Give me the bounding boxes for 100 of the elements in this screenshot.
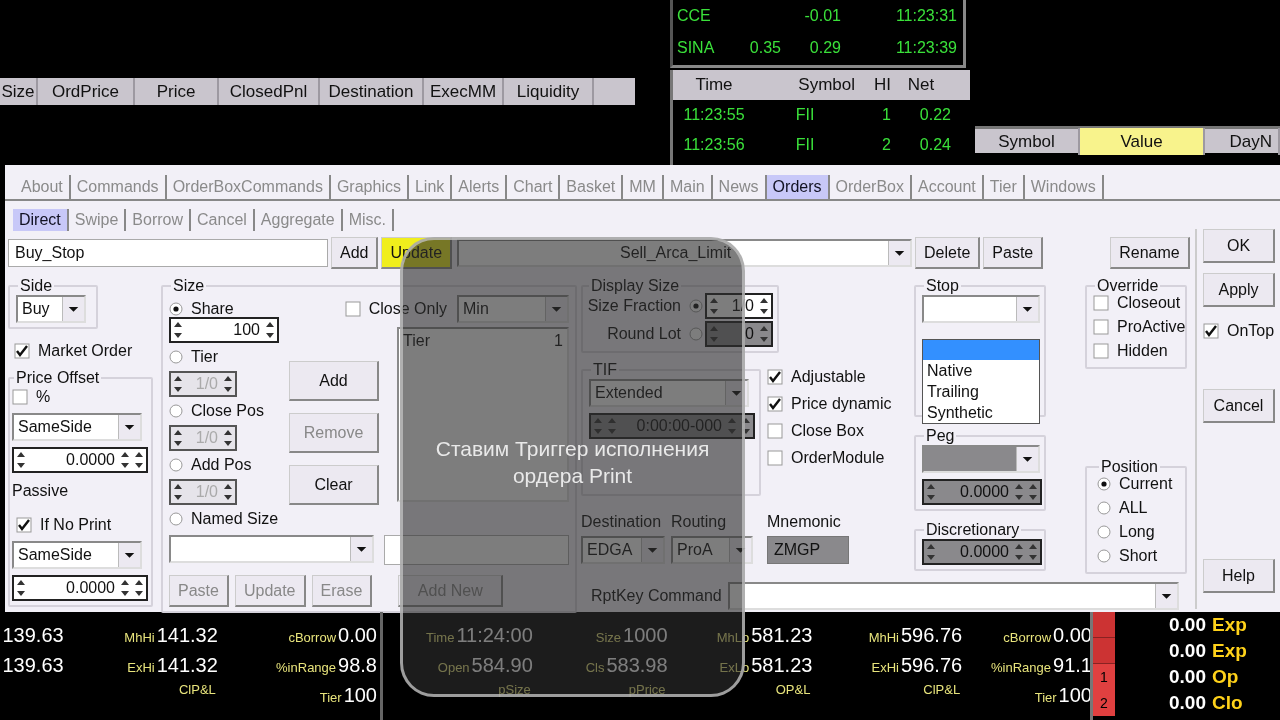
- radio-button[interactable]: [169, 350, 183, 364]
- tab[interactable]: Alerts: [452, 175, 508, 199]
- offset-dropdown[interactable]: SameSide: [12, 413, 142, 441]
- column-header: Price: [135, 78, 219, 105]
- radio-label: Add Pos: [191, 455, 252, 475]
- offset-field[interactable]: 0.0000: [12, 575, 148, 601]
- dropdown-option[interactable]: Synthetic: [923, 402, 1039, 423]
- radio-button[interactable]: [1097, 525, 1111, 539]
- checkbox[interactable]: [767, 396, 783, 412]
- tab[interactable]: OrderBoxCommands: [166, 175, 331, 199]
- checkbox[interactable]: [767, 423, 783, 439]
- template-dropdown[interactable]: Sell_Arca_Limit: [457, 239, 913, 267]
- radio-label: Tier: [191, 347, 218, 367]
- radio-button[interactable]: [689, 327, 703, 341]
- tab[interactable]: MM: [623, 175, 664, 199]
- field-value: 0.00: [1053, 623, 1092, 648]
- table-cell-text: 1: [881, 105, 891, 125]
- group-title: Position: [1100, 458, 1159, 476]
- tab[interactable]: OrderBox: [829, 175, 912, 199]
- radio-button[interactable]: [169, 302, 183, 316]
- radio-button[interactable]: [1097, 549, 1111, 563]
- rptkey-dropdown[interactable]: [727, 581, 1179, 610]
- tab[interactable]: Graphics: [330, 175, 409, 199]
- tab[interactable]: Orders: [766, 175, 830, 199]
- radio-button[interactable]: [1097, 477, 1111, 491]
- column-header: ClosedPnl: [219, 78, 320, 105]
- text-field[interactable]: [384, 535, 569, 565]
- list-cell-text: Tier: [403, 331, 430, 351]
- checkbox[interactable]: [1203, 323, 1219, 339]
- offset-dropdown[interactable]: SameSide: [12, 541, 142, 569]
- radio-label: ALL: [1119, 498, 1148, 518]
- clear-button[interactable]: Clear: [289, 465, 379, 505]
- radio-label: Current: [1119, 474, 1173, 494]
- checkbox[interactable]: [1093, 343, 1109, 359]
- size-field[interactable]: 100: [169, 317, 279, 343]
- checkbox[interactable]: [344, 301, 361, 317]
- offset-field[interactable]: 0.0000: [12, 447, 148, 473]
- balance-entry: 0.00 Clo: [1169, 691, 1243, 715]
- radio-button[interactable]: [169, 404, 183, 418]
- tab[interactable]: Aggregate: [254, 209, 343, 231]
- checkbox-label: Close Box: [791, 421, 864, 441]
- field-label: pPrice: [628, 681, 666, 699]
- row-marker: [1093, 638, 1115, 664]
- help-button[interactable]: Help: [1203, 559, 1275, 593]
- checkbox[interactable]: [1093, 295, 1109, 311]
- tab[interactable]: Windows: [1024, 175, 1104, 199]
- column-header[interactable]: Value: [1080, 127, 1205, 155]
- column-header: Destination: [320, 78, 424, 105]
- add-button[interactable]: Add: [331, 237, 379, 269]
- radio-label: Close Pos: [191, 401, 264, 421]
- apply-button[interactable]: Apply: [1203, 273, 1275, 307]
- tab[interactable]: Link: [408, 175, 453, 199]
- delete-button[interactable]: Delete: [915, 237, 981, 269]
- checkbox[interactable]: [16, 517, 32, 533]
- field-value: 596.76: [901, 653, 963, 678]
- tab[interactable]: Main: [663, 175, 713, 199]
- column-header[interactable]: DayN: [1205, 127, 1280, 155]
- radio-button[interactable]: [1097, 501, 1111, 515]
- group-title: Price Offset: [15, 369, 101, 387]
- tab[interactable]: Commands: [70, 175, 167, 199]
- name-field[interactable]: Buy_Stop: [8, 239, 328, 267]
- field-value: 98.8: [338, 653, 377, 678]
- tab[interactable]: Borrow: [126, 209, 192, 231]
- tab[interactable]: Tier: [983, 175, 1025, 199]
- tab[interactable]: Cancel: [191, 209, 255, 231]
- destination-dropdown[interactable]: EDGA: [581, 536, 665, 564]
- add-button[interactable]: Add: [289, 361, 379, 401]
- table-cell-text: 2: [881, 135, 891, 155]
- radio-button[interactable]: [169, 512, 183, 526]
- field-label: cBorrow: [1003, 629, 1052, 647]
- checkbox[interactable]: [12, 389, 28, 405]
- tab[interactable]: Direct: [13, 209, 69, 231]
- checkbox[interactable]: [767, 369, 783, 385]
- field-label: OP&L: [775, 681, 811, 699]
- checkbox[interactable]: [1093, 319, 1109, 335]
- paste-button[interactable]: Paste: [983, 237, 1044, 269]
- radio-label: Short: [1119, 546, 1158, 566]
- radio-button[interactable]: [169, 458, 183, 472]
- field-label: ExHi: [871, 659, 899, 677]
- dropdown-option[interactable]: Native: [923, 360, 1039, 381]
- dropdown-option[interactable]: Trailing: [923, 381, 1039, 402]
- field-value: 139.63: [2, 623, 64, 648]
- checkbox[interactable]: [14, 343, 30, 359]
- tab[interactable]: About: [15, 175, 71, 199]
- side-dropdown[interactable]: Buy: [16, 295, 86, 323]
- tab[interactable]: Chart: [507, 175, 561, 199]
- ok-button[interactable]: OK: [1203, 229, 1275, 263]
- tab[interactable]: Swipe: [68, 209, 127, 231]
- cancel-button[interactable]: Cancel: [1203, 389, 1275, 423]
- radio-button[interactable]: [689, 299, 703, 313]
- checkbox[interactable]: [767, 450, 783, 466]
- checkbox-label: Hidden: [1117, 341, 1168, 361]
- tab[interactable]: Misc.: [342, 209, 395, 231]
- rename-button[interactable]: Rename: [1110, 237, 1190, 269]
- routing-dropdown[interactable]: ProA: [671, 536, 753, 564]
- tab[interactable]: Basket: [560, 175, 624, 199]
- rule-dropdown[interactable]: Min: [457, 295, 569, 323]
- tab[interactable]: Account: [912, 175, 984, 199]
- field-label: Tier: [319, 689, 342, 707]
- caption-text: Ставим Триггер исполнения ордера Print: [434, 436, 711, 489]
